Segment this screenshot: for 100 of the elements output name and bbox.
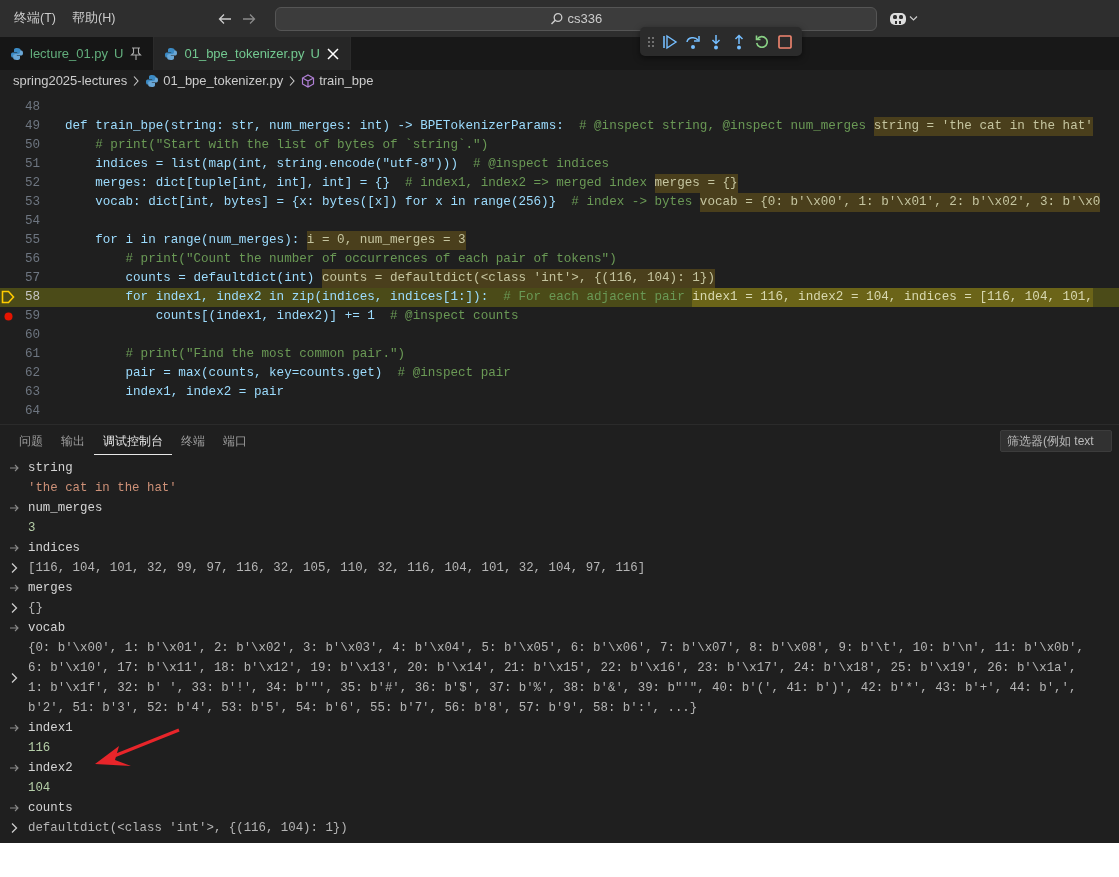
inline-value: merges = {} xyxy=(654,174,738,193)
line-number: 61 xyxy=(23,346,40,364)
line-number: 59 xyxy=(23,308,40,326)
pin-icon[interactable] xyxy=(129,46,144,61)
restart-icon[interactable] xyxy=(754,33,770,50)
chevron-down-icon[interactable] xyxy=(909,15,919,22)
stop-icon[interactable] xyxy=(777,33,793,50)
panel-tab[interactable]: 输出 xyxy=(52,427,94,455)
menu-item[interactable]: 帮助(H) xyxy=(63,9,124,28)
line-number: 60 xyxy=(23,327,40,345)
code-comment: # For each adjacent pair xyxy=(503,289,686,307)
input-arrow-icon xyxy=(9,463,19,473)
breadcrumb-item[interactable]: 01_bpe_tokenizer.py xyxy=(145,71,284,91)
line-number: 57 xyxy=(23,270,40,288)
code-text: indices = list(map(int, string.encode("utf-8"))) xyxy=(94,156,459,174)
expand-chevron-icon[interactable] xyxy=(10,672,18,684)
search-icon xyxy=(550,12,564,25)
result-value: defaultdict(<class 'int'>, {(116, 104): 1}) xyxy=(28,820,348,837)
code-comment: # print("Start with the list of bytes of `string`.") xyxy=(94,137,489,155)
editor-tab[interactable]: 01_bpe_tokenizer.py U xyxy=(154,37,351,70)
result-value: 104 xyxy=(28,780,51,797)
line-number: 62 xyxy=(23,365,40,383)
code-text: for i in range(num_merges): xyxy=(94,232,301,250)
command-center-search-button[interactable]: cs336 xyxy=(275,6,878,31)
expression-text: string xyxy=(28,460,73,477)
code-comment: # index -> bytes xyxy=(571,194,694,212)
line-number: 52 xyxy=(23,175,40,193)
cube-icon xyxy=(301,74,316,88)
line-number: 63 xyxy=(23,384,40,402)
code-comment: # @inspect pair xyxy=(397,365,511,383)
git-status-label: U xyxy=(310,44,320,63)
line-number: 48 xyxy=(23,99,40,117)
breadcrumb-item[interactable]: spring2025-lectures xyxy=(13,71,128,91)
code-text: for index1, index2 in zip(indices, indices[1:]): xyxy=(124,289,490,307)
chevron-right-icon xyxy=(288,75,297,87)
chevron-right-icon xyxy=(132,75,141,87)
continue-icon[interactable] xyxy=(662,33,678,50)
code-comment: # @inspect indices xyxy=(473,156,610,174)
inline-value: vocab = {0: b'\x00', 1: b'\x01', 2: b'\x02', 3: b'\x0 xyxy=(699,193,1101,212)
panel-tab[interactable]: 端口 xyxy=(214,427,256,455)
code-comment: # print("Find the most common pair.") xyxy=(124,346,406,364)
inline-value: index1 = 116, index2 = 104, indices = [116, 104, 101, xyxy=(692,288,1093,307)
code-comment: # print("Count the number of occurrences of each pair of tokens") xyxy=(124,251,617,269)
line-number: 58 xyxy=(23,289,40,307)
drag-handle-icon[interactable] xyxy=(647,35,655,48)
step-over-icon[interactable] xyxy=(685,33,701,50)
input-arrow-icon xyxy=(9,623,19,633)
line-number: 54 xyxy=(23,213,40,231)
code-text: index1, index2 = pair xyxy=(124,384,285,402)
result-value: [116, 104, 101, 32, 99, 97, 116, 32, 105, 110, 32, 116, 104, 101, 32, 104, 97, 116] xyxy=(28,560,646,577)
robot-icon[interactable] xyxy=(889,10,908,27)
input-arrow-icon xyxy=(9,543,19,553)
python-file-icon xyxy=(10,46,24,61)
expression-text: indices xyxy=(28,540,81,557)
line-number: 53 xyxy=(23,194,40,212)
expression-text: vocab xyxy=(28,620,66,637)
close-icon[interactable] xyxy=(325,46,340,61)
line-number: 55 xyxy=(23,232,40,250)
code-comment: # index1, index2 => merged index xyxy=(405,175,648,193)
panel-tab[interactable]: 终端 xyxy=(172,427,214,455)
code-text: def train_bpe(string: str, num_merges: int) -> BPETokenizerParams: xyxy=(65,118,565,136)
expression-text: index1 xyxy=(28,720,73,737)
code-comment: # @inspect string, @inspect num_merges xyxy=(578,118,868,136)
expression-text: merges xyxy=(28,580,73,597)
python-file-icon xyxy=(145,74,160,88)
line-number: 51 xyxy=(23,156,40,174)
result-value: {} xyxy=(28,600,43,617)
result-value: 116 xyxy=(28,740,51,757)
breadcrumb-item[interactable]: train_bpe xyxy=(301,71,374,91)
panel-tab[interactable]: 调试控制台 xyxy=(94,427,172,455)
code-text: counts = defaultdict(int) xyxy=(124,270,316,288)
line-number: 56 xyxy=(23,251,40,269)
git-status-label: U xyxy=(114,44,124,63)
input-arrow-icon xyxy=(9,763,19,773)
result-value: {0: b'\x00', 1: b'\x01', 2: b'\x02', 3: b'\x03', 4: b'\x04', 5: b'\x05', 6: b'\x06', 7: b'\x07', 8: b'\x08', 9: b'\t', 10: b'\n', 11: b'\x0b', 6: b'\x10', 17: b'\x11', 18: b'\x12', 19: b'\x13', 20: b'\x14', 21: b'\x15', 22: b'\x16', 23: b'\x17', 24: b'\x18', 25: b'\x19', 26: b'\x1a', 1: b'\x1f', 32: b' ', 33: b'!', 34: b'"', 35: b'#', 36: b'$', 37: b'%', 38: b'&', 39: b"'", 40: b'(', 41: b')', 42: b'*', 43: b'+', 44: b',', b'2', 51: b'3', 52: b'4', 53: b'5', 54: b'6', 55: b'7', 56: b'8', 57: b'9', 58: b':', ...} xyxy=(28,640,1084,717)
code-text: pair = max(counts, key=counts.get) xyxy=(124,365,384,383)
filter-field[interactable]: 筛选器(例如 text xyxy=(1000,430,1112,452)
menu-item[interactable]: 终端(T) xyxy=(6,9,64,28)
debug-pointer-icon xyxy=(1,290,15,305)
python-file-icon xyxy=(164,46,179,61)
code-text: counts[(index1, index2)] += 1 xyxy=(154,308,376,326)
line-number: 49 xyxy=(23,118,40,136)
expression-text: counts xyxy=(28,800,73,817)
input-arrow-icon xyxy=(9,583,19,593)
result-value: 3 xyxy=(28,520,36,537)
breakpoint-icon[interactable] xyxy=(3,312,13,321)
line-number: 64 xyxy=(23,403,40,421)
expression-text: num_merges xyxy=(28,500,103,517)
expression-text: index2 xyxy=(28,760,73,777)
inline-value: counts = defaultdict(<class 'int'>, {(116, 104): 1}) xyxy=(321,269,715,288)
expand-chevron-icon[interactable] xyxy=(10,602,18,614)
code-text: merges: dict[tuple[int, int], int] = {} xyxy=(94,175,391,193)
input-arrow-icon xyxy=(9,723,19,733)
code-text: vocab: dict[int, bytes] = {x: bytes([x]) for x in range(256)} xyxy=(94,194,558,212)
expand-chevron-icon[interactable] xyxy=(10,822,18,834)
result-value: 'the cat in the hat' xyxy=(28,480,177,497)
expand-chevron-icon[interactable] xyxy=(10,562,18,574)
input-arrow-icon xyxy=(9,803,19,813)
inline-value: i = 0, num_merges = 3 xyxy=(306,231,466,250)
panel-tab[interactable]: 问题 xyxy=(10,427,52,455)
